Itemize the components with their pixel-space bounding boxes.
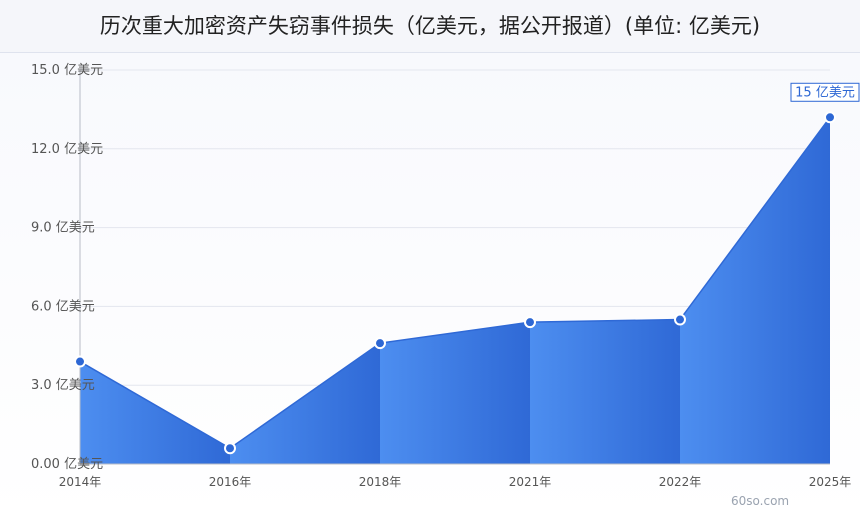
data-point-marker [524,316,536,329]
area-chart: 0.00 亿美元 3.0 亿美元 6.0 亿美元 9.0 亿美元 12.0 亿美元 15.… [31,63,860,489]
x-tick-label: 2014年 [59,475,102,489]
x-tick-label: 2022年 [659,475,702,489]
y-tick-label: 12.0 亿美元 [31,142,103,157]
data-point-marker [824,111,836,124]
watermark: 60so.com [731,494,790,508]
x-tick-label: 2018年 [359,475,402,489]
area-segment [230,343,380,464]
data-point-marker [374,337,386,350]
data-point-marker [74,355,86,368]
area-segment [380,322,530,464]
y-tick-label: 6.0 亿美元 [31,299,95,314]
area-segment [530,319,680,464]
area-segment [80,361,230,464]
area-segments [79,116,831,464]
y-tick-label: 9.0 亿美元 [31,221,95,236]
y-tick-label: 0.00 亿美元 [31,457,103,472]
area-segment [680,117,830,464]
x-tick-label: 2016年 [209,475,252,489]
x-tick-label: 2025年 [809,475,852,489]
y-tick-label: 3.0 亿美元 [31,378,95,393]
annotation-label: 15 亿美元 [795,85,855,100]
x-tick-label: 2021年 [509,475,552,489]
data-point-marker [224,442,236,455]
y-tick-label: 15.0 亿美元 [31,63,103,78]
data-point-marker [674,313,686,326]
